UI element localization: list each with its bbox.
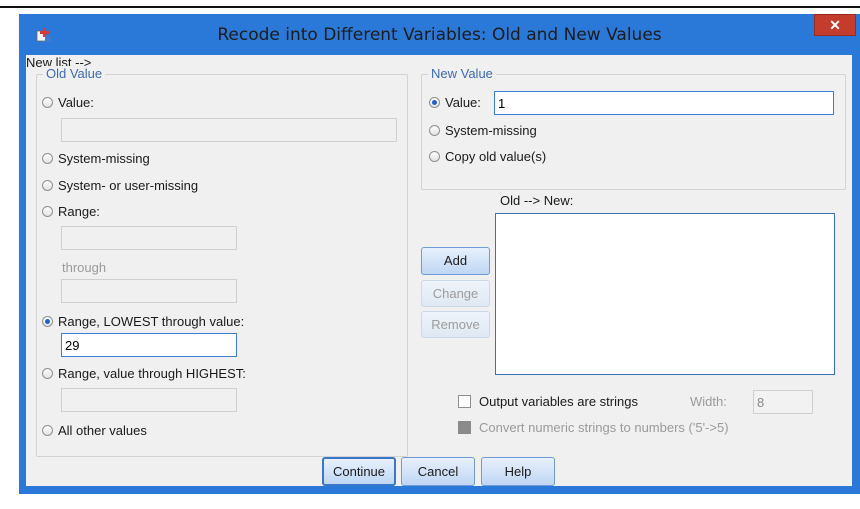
- range-highest-indicator[interactable]: [42, 368, 53, 379]
- all-other-values-radio[interactable]: All other values: [42, 423, 147, 438]
- convert-numeric-label: Convert numeric strings to numbers ('5'-…: [479, 420, 729, 435]
- add-button-label: Add: [443, 253, 468, 268]
- range-highest-label: Range, value through HIGHEST:: [58, 366, 246, 381]
- new-value-radio-label: Value:: [445, 95, 481, 110]
- range-highest-radio[interactable]: Range, value through HIGHEST:: [42, 366, 246, 381]
- range-lowest-label: Range, LOWEST through value:: [58, 314, 245, 329]
- old-system-missing-radio[interactable]: System-missing: [42, 151, 150, 166]
- width-label: Width:: [690, 394, 727, 409]
- close-icon: ✕: [829, 17, 841, 33]
- new-system-missing-indicator[interactable]: [429, 125, 440, 136]
- remove-button[interactable]: Remove: [421, 311, 490, 338]
- close-button[interactable]: ✕: [814, 14, 856, 36]
- dialog-window: Recode into Different Variables: Old and…: [19, 14, 860, 494]
- through-label: through: [62, 260, 107, 275]
- old-system-user-missing-indicator[interactable]: [42, 180, 53, 191]
- old-system-missing-label: System-missing: [58, 151, 150, 166]
- cancel-button-label: Cancel: [417, 464, 459, 479]
- change-button[interactable]: Change: [421, 280, 490, 307]
- new-system-missing-label: System-missing: [445, 123, 537, 138]
- range-from-input[interactable]: [61, 226, 237, 250]
- old-system-user-missing-radio[interactable]: System- or user-missing: [42, 178, 198, 193]
- width-input[interactable]: [753, 390, 813, 414]
- all-other-values-indicator[interactable]: [42, 425, 53, 436]
- change-button-label: Change: [432, 286, 479, 301]
- output-strings-label: Output variables are strings: [479, 394, 638, 409]
- range-lowest-radio[interactable]: Range, LOWEST through value:: [42, 314, 244, 329]
- old-value-input[interactable]: [61, 118, 397, 142]
- old-range-indicator[interactable]: [42, 206, 53, 217]
- new-value-group-label: New Value: [428, 66, 496, 81]
- old-new-list-label: Old --> New:: [500, 193, 574, 208]
- copy-old-values-radio[interactable]: Copy old value(s): [429, 149, 546, 164]
- range-lowest-indicator[interactable]: [42, 316, 53, 327]
- new-system-missing-radio[interactable]: System-missing: [429, 123, 537, 138]
- range-to-input[interactable]: [61, 279, 237, 303]
- new-value-radio-indicator[interactable]: [429, 97, 440, 108]
- continue-button-label: Continue: [332, 464, 386, 479]
- range-highest-input[interactable]: [61, 388, 237, 412]
- old-value-radio[interactable]: Value:: [42, 95, 94, 110]
- range-lowest-input[interactable]: [61, 333, 237, 357]
- old-new-listbox[interactable]: [495, 213, 835, 375]
- old-value-radio-label: Value:: [58, 95, 94, 110]
- old-system-user-missing-label: System- or user-missing: [58, 178, 199, 193]
- new-value-radio[interactable]: Value:: [429, 95, 481, 110]
- old-range-radio[interactable]: Range:: [42, 204, 100, 219]
- cancel-button[interactable]: Cancel: [401, 457, 475, 486]
- copy-old-values-label: Copy old value(s): [445, 149, 547, 164]
- all-other-values-label: All other values: [58, 423, 147, 438]
- output-strings-checkbox[interactable]: Output variables are strings: [458, 394, 638, 409]
- add-button[interactable]: Add: [421, 247, 490, 275]
- page-top-rule: [0, 6, 860, 8]
- dialog-body: Old Value Value: System-missing System- …: [26, 55, 852, 486]
- old-range-label: Range:: [58, 204, 100, 219]
- dialog-title: Recode into Different Variables: Old and…: [217, 25, 662, 45]
- copy-old-values-indicator[interactable]: [429, 151, 440, 162]
- old-value-radio-indicator[interactable]: [42, 97, 53, 108]
- help-button-label: Help: [504, 464, 532, 479]
- old-value-group-label: Old Value: [43, 66, 106, 81]
- remove-button-label: Remove: [431, 317, 480, 332]
- title-bar[interactable]: Recode into Different Variables: Old and…: [19, 14, 860, 55]
- convert-numeric-box[interactable]: [458, 421, 471, 434]
- output-strings-box[interactable]: [458, 395, 471, 408]
- help-button[interactable]: Help: [481, 457, 555, 486]
- convert-numeric-checkbox[interactable]: Convert numeric strings to numbers ('5'-…: [458, 420, 729, 435]
- new-value-input[interactable]: [494, 91, 834, 115]
- continue-button[interactable]: Continue: [322, 457, 396, 486]
- old-system-missing-indicator[interactable]: [42, 153, 53, 164]
